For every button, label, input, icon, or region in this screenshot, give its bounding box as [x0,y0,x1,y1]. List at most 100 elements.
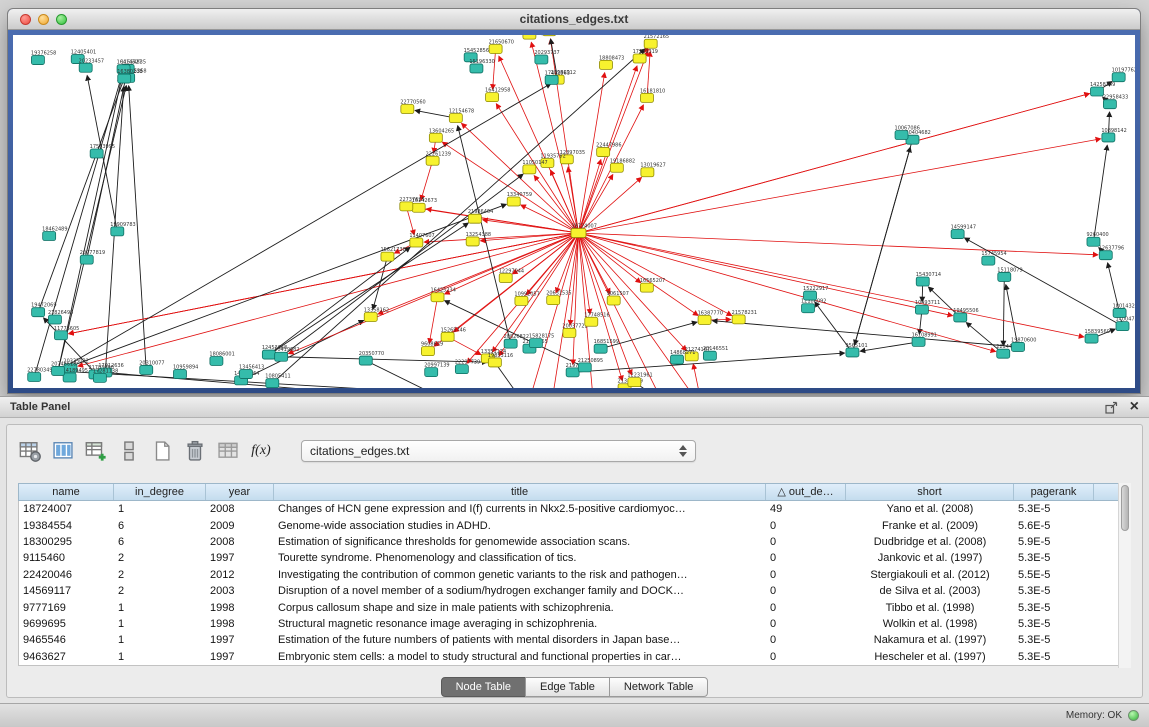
columns-icon[interactable] [50,438,76,464]
graph-node[interactable] [515,296,528,305]
graph-node[interactable] [954,313,967,322]
graph-node[interactable] [578,363,591,372]
graph-node[interactable] [597,148,610,157]
graph-node[interactable] [644,39,657,48]
new-file-icon[interactable] [149,438,175,464]
graph-node[interactable] [628,378,641,387]
table-settings-icon[interactable] [17,438,43,464]
window-titlebar[interactable]: citations_edges.txt [8,9,1140,30]
column-header-pagerank[interactable]: pagerank [1014,484,1094,500]
graph-node[interactable] [48,315,61,324]
graph-node[interactable] [1113,308,1126,317]
graph-node[interactable] [640,93,653,102]
close-panel-icon[interactable]: × [1130,401,1139,413]
graph-node[interactable] [468,214,481,223]
graph-node[interactable] [535,55,548,64]
graph-node[interactable] [912,337,925,346]
graph-node[interactable] [599,60,612,69]
tab-network-table[interactable]: Network Table [609,677,709,697]
graph-node[interactable] [410,238,423,247]
graph-node[interactable] [641,168,654,177]
graph-node[interactable] [275,352,288,361]
tab-node-table[interactable]: Node Table [441,677,526,697]
graph-node[interactable] [239,370,252,379]
table-row[interactable]: 1456911722003Disruption of a novel membe… [19,583,1130,599]
table-row[interactable]: 977716911998Corpus callosum shape and si… [19,599,1130,615]
graph-node[interactable] [499,273,512,282]
graph-node[interactable] [118,74,131,83]
graph-node[interactable] [1099,251,1112,260]
graph-node[interactable] [486,93,499,102]
edit-table-icon[interactable] [83,438,109,464]
graph-node[interactable] [488,358,501,367]
graph-node[interactable] [489,44,502,53]
tab-edge-table[interactable]: Edge Table [525,677,610,697]
graph-node[interactable] [916,277,929,286]
graph-node[interactable] [429,133,442,142]
graph-node[interactable] [140,365,153,374]
float-panel-icon[interactable] [1105,401,1118,414]
graph-node[interactable] [266,379,279,388]
close-window-button[interactable] [20,14,31,25]
function-builder-icon[interactable]: f(x) [248,438,274,464]
hub-node[interactable] [571,229,586,238]
graph-node[interactable] [28,372,41,381]
rows-icon[interactable] [116,438,142,464]
graph-node[interactable] [997,349,1010,358]
table-row[interactable]: 1938455462009Genome-wide association stu… [19,517,1130,533]
graph-node[interactable] [529,339,542,348]
table-row[interactable]: 946554611997Estimation of the future num… [19,632,1130,648]
graph-node[interactable] [547,296,560,305]
graph-node[interactable] [426,156,439,165]
graph-node[interactable] [1103,100,1116,109]
graph-node[interactable] [111,227,124,236]
graph-node[interactable] [412,203,425,212]
trash-icon[interactable] [182,438,208,464]
table-row[interactable]: 1830029562008Estimation of significance … [19,534,1130,550]
graph-node[interactable] [915,305,928,314]
graph-node[interactable] [610,163,623,172]
graph-node[interactable] [54,331,67,340]
graph-node[interactable] [32,308,45,317]
graph-node[interactable] [1112,73,1125,82]
graph-node[interactable] [63,373,76,382]
graph-node[interactable] [210,356,223,365]
graph-node[interactable] [703,351,716,360]
graph-node[interactable] [802,304,815,313]
graph-node[interactable] [846,348,859,357]
zoom-window-button[interactable] [56,14,67,25]
graph-node[interactable] [566,368,579,377]
minimize-window-button[interactable] [38,14,49,25]
graph-node[interactable] [951,230,964,239]
table-panel-header[interactable]: Table Panel × [0,397,1149,418]
table-scrollbar[interactable] [1118,483,1131,668]
column-header-short[interactable]: short [846,484,1014,500]
column-header-name[interactable]: name [19,484,114,500]
graph-node[interactable] [804,291,817,300]
table-row[interactable]: 969969511998Structural magnetic resonanc… [19,616,1130,632]
graph-node[interactable] [895,131,908,140]
table-row[interactable]: 911546021997Tourette syndrome. Phenomeno… [19,550,1130,566]
graph-node[interactable] [466,237,479,246]
table-row[interactable]: 1872400712008Changes of HCN gene express… [19,501,1130,517]
graph-node[interactable] [982,256,995,265]
graph-node[interactable] [732,315,745,324]
table-row[interactable]: 2242004622012Investigating the contribut… [19,567,1130,583]
graph-node[interactable] [79,63,92,72]
graph-node[interactable] [173,370,186,379]
graph-node[interactable] [381,252,394,261]
graph-node[interactable] [671,355,684,364]
graph-node[interactable] [523,165,536,174]
network-canvas[interactable]: 1872400713019627191868822244798612897035… [13,35,1135,388]
graph-node[interactable] [1116,322,1129,331]
graph-node[interactable] [1085,334,1098,343]
graph-node[interactable] [421,347,434,356]
graph-node[interactable] [93,373,106,382]
graph-node[interactable] [698,315,711,324]
graph-node[interactable] [504,339,517,348]
graph-node[interactable] [1102,133,1115,142]
graph-node[interactable] [52,366,65,375]
graph-node[interactable] [43,231,56,240]
graph-node[interactable] [425,368,438,377]
graph-node[interactable] [441,332,454,341]
